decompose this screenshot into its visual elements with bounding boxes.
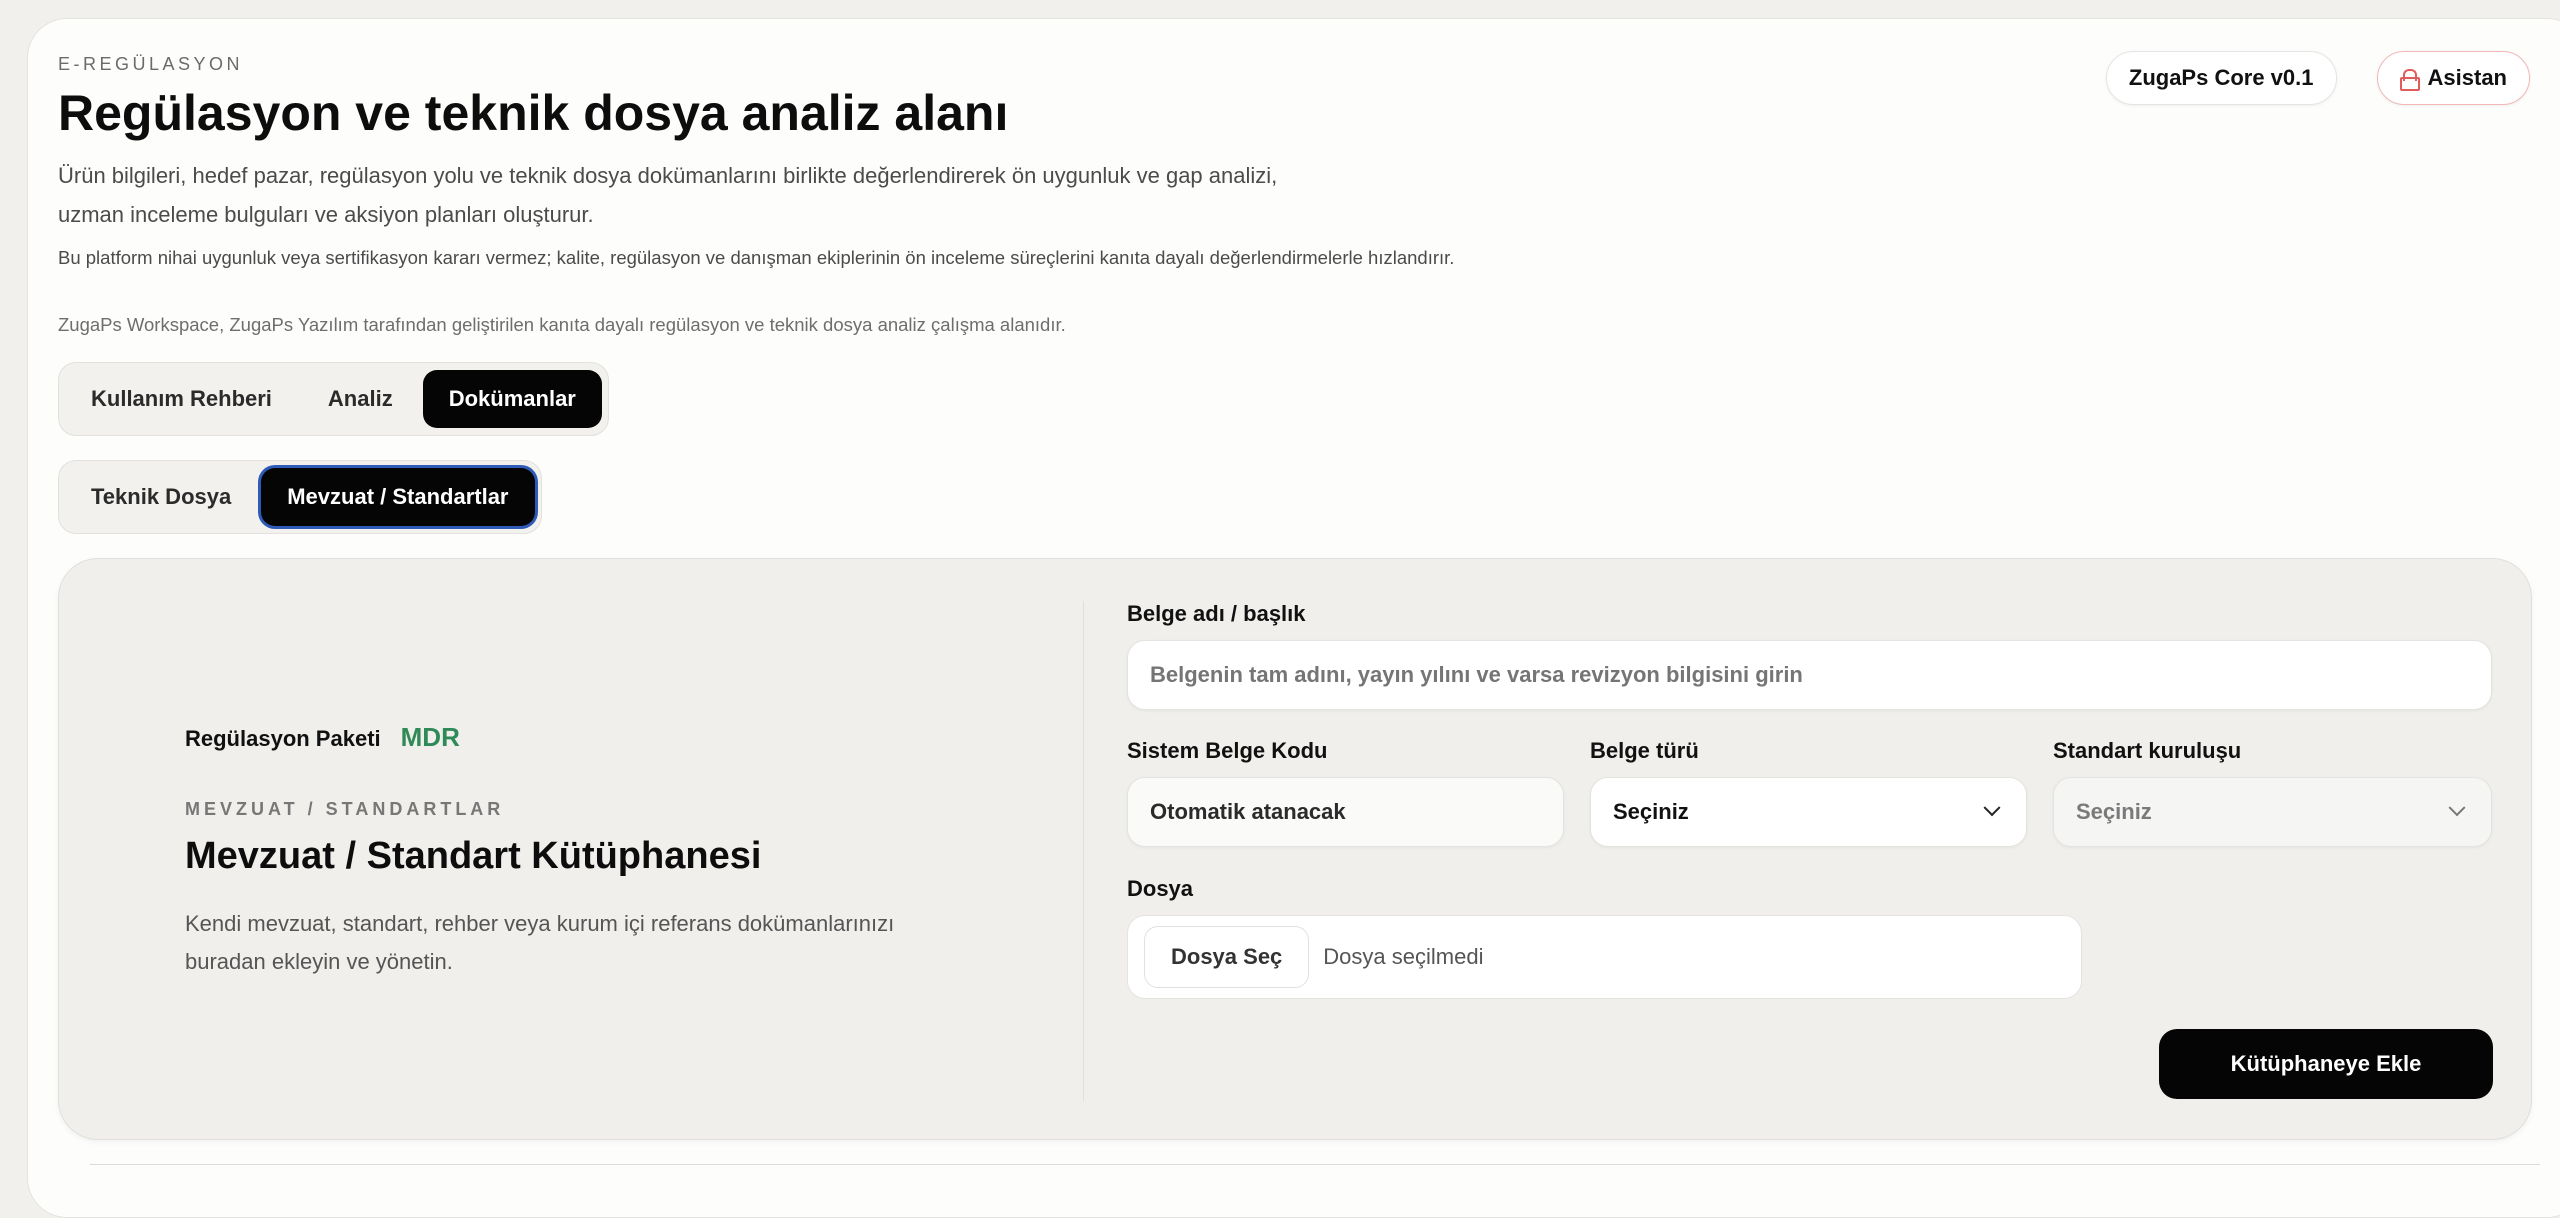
- page-title: Regülasyon ve teknik dosya analiz alanı: [58, 85, 1009, 141]
- standard-org-label: Standart kuruluşu: [2053, 738, 2242, 763]
- page-eyebrow: E-REGÜLASYON: [58, 54, 244, 74]
- page-description: Ürün bilgileri, hedef pazar, regülasyon …: [58, 163, 1278, 227]
- file-label: Dosya: [1127, 876, 1194, 901]
- assistant-label: Asistan: [2427, 65, 2507, 90]
- system-code-label: Sistem Belge Kodu: [1127, 738, 1328, 763]
- tab-mevzuat-standartlar[interactable]: Mevzuat / Standartlar: [261, 468, 535, 526]
- library-description: Kendi mevzuat, standart, rehber veya kur…: [185, 911, 895, 974]
- tab-analiz[interactable]: Analiz: [302, 370, 419, 428]
- doc-name-input[interactable]: Belgenin tam adını, yayın yılını ve vars…: [1127, 640, 2492, 710]
- credit-text: ZugaPs Workspace, ZugaPs Yazılım tarafın…: [58, 314, 1066, 335]
- doc-type-value: Seçiniz: [1613, 799, 1689, 824]
- version-label: ZugaPs Core v0.1: [2128, 65, 2314, 90]
- chevron-down-icon: [2448, 799, 2466, 817]
- tab-kullanim-rehberi[interactable]: Kullanım Rehberi: [65, 370, 298, 428]
- file-input: Dosya Seç Dosya seçilmedi: [1127, 915, 2082, 999]
- sub-tabs: Teknik Dosya Mevzuat / Standartlar: [58, 460, 542, 534]
- version-badge[interactable]: ZugaPs Core v0.1: [2105, 51, 2337, 105]
- system-code-field: Otomatik atanacak: [1127, 777, 1564, 847]
- bottom-divider: [90, 1164, 2540, 1165]
- assistant-button[interactable]: Asistan: [2376, 51, 2530, 105]
- library-panel: Regülasyon Paketi MDR MEVZUAT / STANDART…: [58, 558, 2532, 1140]
- lock-icon: [2399, 69, 2420, 91]
- add-to-library-button[interactable]: Kütüphaneye Ekle: [2159, 1029, 2493, 1099]
- header-actions: ZugaPs Core v0.1 Asistan: [2105, 51, 2530, 105]
- doc-type-label: Belge türü: [1590, 738, 1699, 763]
- package-value: MDR: [400, 722, 460, 752]
- doc-type-select[interactable]: Seçiniz: [1590, 777, 2027, 847]
- doc-name-label: Belge adı / başlık: [1127, 601, 1306, 626]
- panel-divider: [1083, 601, 1084, 1101]
- main-tabs: Kullanım Rehberi Analiz Dokümanlar: [58, 362, 609, 436]
- tab-teknik-dosya[interactable]: Teknik Dosya: [65, 468, 257, 526]
- library-title: Mevzuat / Standart Kütüphanesi: [185, 835, 762, 877]
- disclaimer-note: Bu platform nihai uygunluk veya sertifik…: [58, 247, 1455, 268]
- library-eyebrow: MEVZUAT / STANDARTLAR: [185, 799, 505, 819]
- standard-org-value: Seçiniz: [2076, 799, 2152, 824]
- tab-dokumanlar[interactable]: Dokümanlar: [422, 370, 602, 428]
- standard-org-select[interactable]: Seçiniz: [2053, 777, 2492, 847]
- package-label: Regülasyon Paketi: [185, 726, 381, 751]
- choose-file-button[interactable]: Dosya Seç: [1144, 926, 1310, 988]
- file-status: Dosya seçilmedi: [1323, 944, 1484, 969]
- regulation-package: Regülasyon Paketi MDR: [185, 722, 460, 753]
- chevron-down-icon: [1983, 799, 2001, 817]
